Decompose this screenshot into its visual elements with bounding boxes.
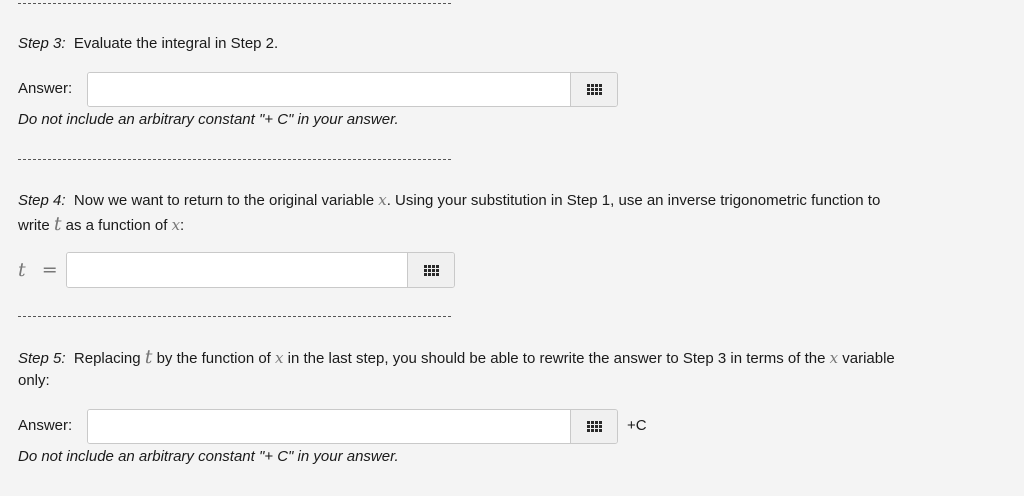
step4-answer-input[interactable] xyxy=(67,253,407,287)
step4-equation-lhs: t = xyxy=(18,258,58,282)
step4-prefix: Step 4: xyxy=(18,192,66,209)
variable-t: t xyxy=(18,259,26,281)
step4-answer-group xyxy=(66,252,455,288)
step5-instruction-line2: only: xyxy=(18,372,50,389)
step4-instruction-line1: Step 4: Now we want to return to the ori… xyxy=(18,188,880,213)
keypad-grid-icon xyxy=(586,84,602,95)
step5-text-b: by the function of xyxy=(152,350,275,367)
step4-text-d: as a function of xyxy=(61,217,172,234)
step5-text-d: variable xyxy=(838,350,895,367)
step5-prefix: Step 5: xyxy=(18,350,66,367)
equals-sign: = xyxy=(41,259,58,281)
step4-keypad-button[interactable] xyxy=(407,253,454,287)
variable-x: x xyxy=(378,191,387,209)
step3-text: Evaluate the integral in Step 2. xyxy=(73,35,279,52)
divider xyxy=(18,316,451,317)
keypad-grid-icon xyxy=(586,421,602,432)
step3-answer-input[interactable] xyxy=(88,73,570,106)
step5-text-a: Replacing xyxy=(73,350,145,367)
step3-keypad-button[interactable] xyxy=(570,73,617,106)
step4-text-a: Now we want to return to the original va… xyxy=(73,192,379,209)
step5-text-c: in the last step, you should be able to … xyxy=(283,350,830,367)
step3-note: Do not include an arbitrary constant "+ … xyxy=(18,111,399,128)
step5-keypad-button[interactable] xyxy=(570,410,617,443)
divider xyxy=(18,159,451,160)
step3-answer-label: Answer: xyxy=(18,80,73,97)
keypad-grid-icon xyxy=(423,264,439,276)
variable-x: x xyxy=(829,349,839,367)
step5-answer-input[interactable] xyxy=(88,410,570,443)
step5-answer-label: Answer: xyxy=(18,417,73,434)
constant-suffix: +C xyxy=(627,417,647,434)
step3-answer-group xyxy=(87,72,618,107)
step4-text-b: . Using your substitution in Step 1, use… xyxy=(386,192,881,209)
step4-instruction-line2: write t as a function of x: xyxy=(18,212,184,238)
step3-instruction: Step 3: Evaluate the integral in Step 2. xyxy=(18,32,278,56)
variable-x: x xyxy=(171,216,181,234)
step4-text-e: : xyxy=(180,217,185,234)
step5-instruction-line1: Step 5: Replacing t by the function of x… xyxy=(18,345,895,371)
step3-prefix: Step 3: xyxy=(18,35,66,52)
step5-answer-group xyxy=(87,409,618,444)
step5-note: Do not include an arbitrary constant "+ … xyxy=(18,448,399,465)
divider xyxy=(18,3,451,4)
step4-text-c: write xyxy=(18,217,54,234)
